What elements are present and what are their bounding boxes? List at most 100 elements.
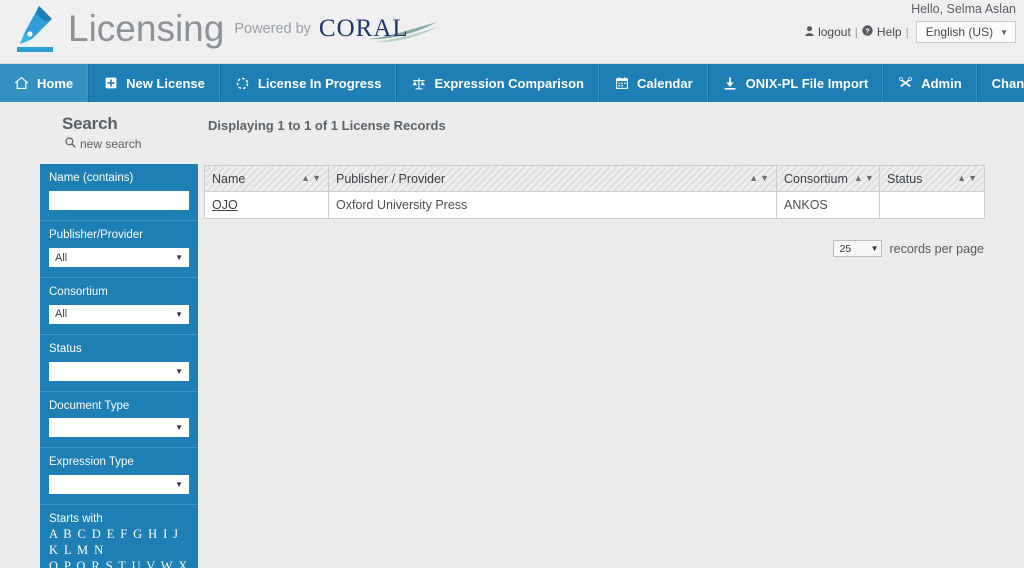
nav-item-license-in-progress-label: License In Progress [257, 75, 382, 91]
coral-logo: CORAL [319, 15, 437, 45]
consortium-select[interactable]: All ▼ [49, 304, 189, 324]
user-icon [805, 25, 814, 39]
wrench-cross-icon [898, 77, 913, 89]
search-filter-panel: Name (contains) Publisher/Provider All ▼… [40, 164, 198, 568]
starts-with-row-2[interactable]: O P Q R S T U V W X Y Z [49, 558, 189, 568]
header-user-area: Hello, Selma Aslan logout | ? Help | Eng… [805, 2, 1016, 43]
calendar-icon [614, 77, 629, 89]
nav-item-expression-comparison[interactable]: Expression Comparison [396, 64, 599, 102]
filter-status: Status ▼ [40, 335, 198, 392]
language-select[interactable]: English (US) ▼ [915, 21, 1016, 43]
filter-consortium-label: Consortium [49, 286, 108, 299]
filter-document-type-label: Document Type [49, 399, 130, 412]
nav-item-new-license-label: New License [126, 75, 205, 91]
starts-with-row-1[interactable]: A B C D E F G H I J K L M N [49, 526, 189, 558]
sort-descending-icon[interactable]: ▼ [312, 174, 321, 183]
download-icon [723, 76, 738, 90]
records-per-page-label: records per page [889, 241, 984, 256]
expression-type-select[interactable]: ▼ [49, 475, 189, 495]
filter-starts-with: Starts with A B C D E F G H I J K L M N … [40, 505, 198, 568]
powered-by-label: Powered by [234, 21, 311, 37]
starts-with-label: Starts with [49, 513, 103, 526]
document-type-select[interactable]: ▼ [49, 418, 189, 438]
nav-item-new-license[interactable]: New License [88, 64, 220, 102]
results-summary: Displaying 1 to 1 of 1 License Records [208, 118, 446, 133]
nav-item-license-in-progress[interactable]: License In Progress [219, 64, 397, 102]
filter-consortium: Consortium All ▼ [40, 278, 198, 335]
column-header-name-label: Name [212, 171, 246, 186]
logout-link[interactable]: logout [818, 25, 851, 39]
chevron-down-icon: ▼ [175, 480, 183, 490]
chevron-down-icon: ▼ [175, 366, 183, 376]
cell-publisher-provider: Oxford University Press [328, 191, 777, 219]
license-records-table: Name ▲ ▼ Publisher / Provider ▲ ▼ Consor… [204, 165, 985, 219]
brand-area: Licensing Powered by CORAL [8, 2, 437, 58]
sort-descending-icon[interactable]: ▼ [968, 174, 977, 183]
nav-item-admin-label: Admin [921, 75, 962, 91]
filter-expression-type-label: Expression Type [49, 456, 134, 469]
column-header-publisher-provider[interactable]: Publisher / Provider ▲ ▼ [328, 165, 777, 192]
table-header-row: Name ▲ ▼ Publisher / Provider ▲ ▼ Consor… [204, 165, 985, 192]
sort-ascending-icon[interactable]: ▲ [301, 174, 310, 183]
column-header-consortium-label: Consortium [784, 171, 848, 186]
column-header-status[interactable]: Status ▲ ▼ [879, 165, 985, 192]
consortium-select-value: All [55, 308, 68, 321]
nav-item-home[interactable]: Home [0, 64, 89, 102]
sort-controls-consortium[interactable]: ▲ ▼ [854, 174, 874, 183]
search-header: Search new search [0, 114, 200, 151]
sort-ascending-icon[interactable]: ▲ [957, 174, 966, 183]
sort-ascending-icon[interactable]: ▲ [749, 174, 758, 183]
nav-item-onix-pl-file-import[interactable]: ONIX-PL File Import [707, 64, 884, 102]
publisher-provider-select[interactable]: All ▼ [49, 248, 189, 268]
header-separator-1: | [854, 25, 858, 39]
nav-item-admin[interactable]: Admin [883, 64, 977, 102]
nav-item-calendar[interactable]: Calendar [599, 64, 708, 102]
status-select[interactable]: ▼ [49, 361, 189, 381]
column-header-publisher-provider-label: Publisher / Provider [336, 171, 446, 186]
svg-text:?: ? [865, 26, 870, 35]
sort-ascending-icon[interactable]: ▲ [854, 174, 863, 183]
change-module-button[interactable]: Change Module ⌄ [978, 64, 1024, 102]
chevron-down-icon: ▼ [175, 423, 183, 433]
help-circle-icon[interactable]: ? [862, 25, 873, 39]
new-search-top-link[interactable]: new search [62, 137, 200, 151]
column-header-consortium[interactable]: Consortium ▲ ▼ [776, 165, 880, 192]
app-title: Licensing [68, 7, 225, 49]
sort-descending-icon[interactable]: ▼ [760, 174, 769, 183]
filter-publisher-provider-label: Publisher/Provider [49, 229, 143, 242]
magnifier-icon [65, 137, 76, 151]
chevron-down-icon: ▼ [870, 244, 879, 253]
new-search-top-label: new search [80, 137, 142, 151]
records-per-page-select[interactable]: 25 ▼ [833, 240, 883, 257]
name-contains-input[interactable] [49, 191, 189, 211]
change-module-label: Change Module [991, 75, 1024, 91]
sort-descending-icon[interactable]: ▼ [865, 174, 874, 183]
sort-controls-name[interactable]: ▲ ▼ [301, 174, 321, 183]
records-per-page-value: 25 [839, 242, 852, 255]
chevron-down-icon: ▼ [1000, 27, 1008, 37]
chevron-down-icon: ▼ [175, 309, 183, 319]
filter-name-contains: Name (contains) [40, 164, 198, 222]
search-sidebar: Search new search Name (contains) Publis… [0, 102, 200, 568]
plus-square-icon [103, 77, 118, 89]
help-link[interactable]: Help [877, 25, 902, 39]
nav-item-calendar-label: Calendar [637, 75, 693, 91]
chevron-down-icon: ▼ [175, 253, 183, 263]
greeting-text: Hello, Selma Aslan [911, 2, 1016, 16]
header-separator-2: | [905, 25, 909, 39]
scales-icon [411, 77, 426, 90]
nav-item-home-label: Home [37, 75, 74, 91]
nav-item-expression-comparison-label: Expression Comparison [434, 75, 584, 91]
records-per-page-row: 25 ▼ records per page [204, 240, 984, 257]
sort-controls-publisher[interactable]: ▲ ▼ [749, 174, 769, 183]
publisher-provider-select-value: All [55, 251, 68, 264]
sort-controls-status[interactable]: ▲ ▼ [957, 174, 977, 183]
filter-document-type: Document Type ▼ [40, 392, 198, 449]
page-body: Search new search Name (contains) Publis… [0, 102, 1024, 568]
column-header-name[interactable]: Name ▲ ▼ [204, 165, 329, 192]
pen-nib-icon [8, 2, 62, 58]
home-icon [14, 77, 29, 89]
page-header: Licensing Powered by CORAL Hello, Selma … [0, 0, 1024, 64]
nav-item-onix-pl-file-import-label: ONIX-PL File Import [745, 75, 869, 91]
license-name-link[interactable]: OJO [212, 198, 238, 212]
